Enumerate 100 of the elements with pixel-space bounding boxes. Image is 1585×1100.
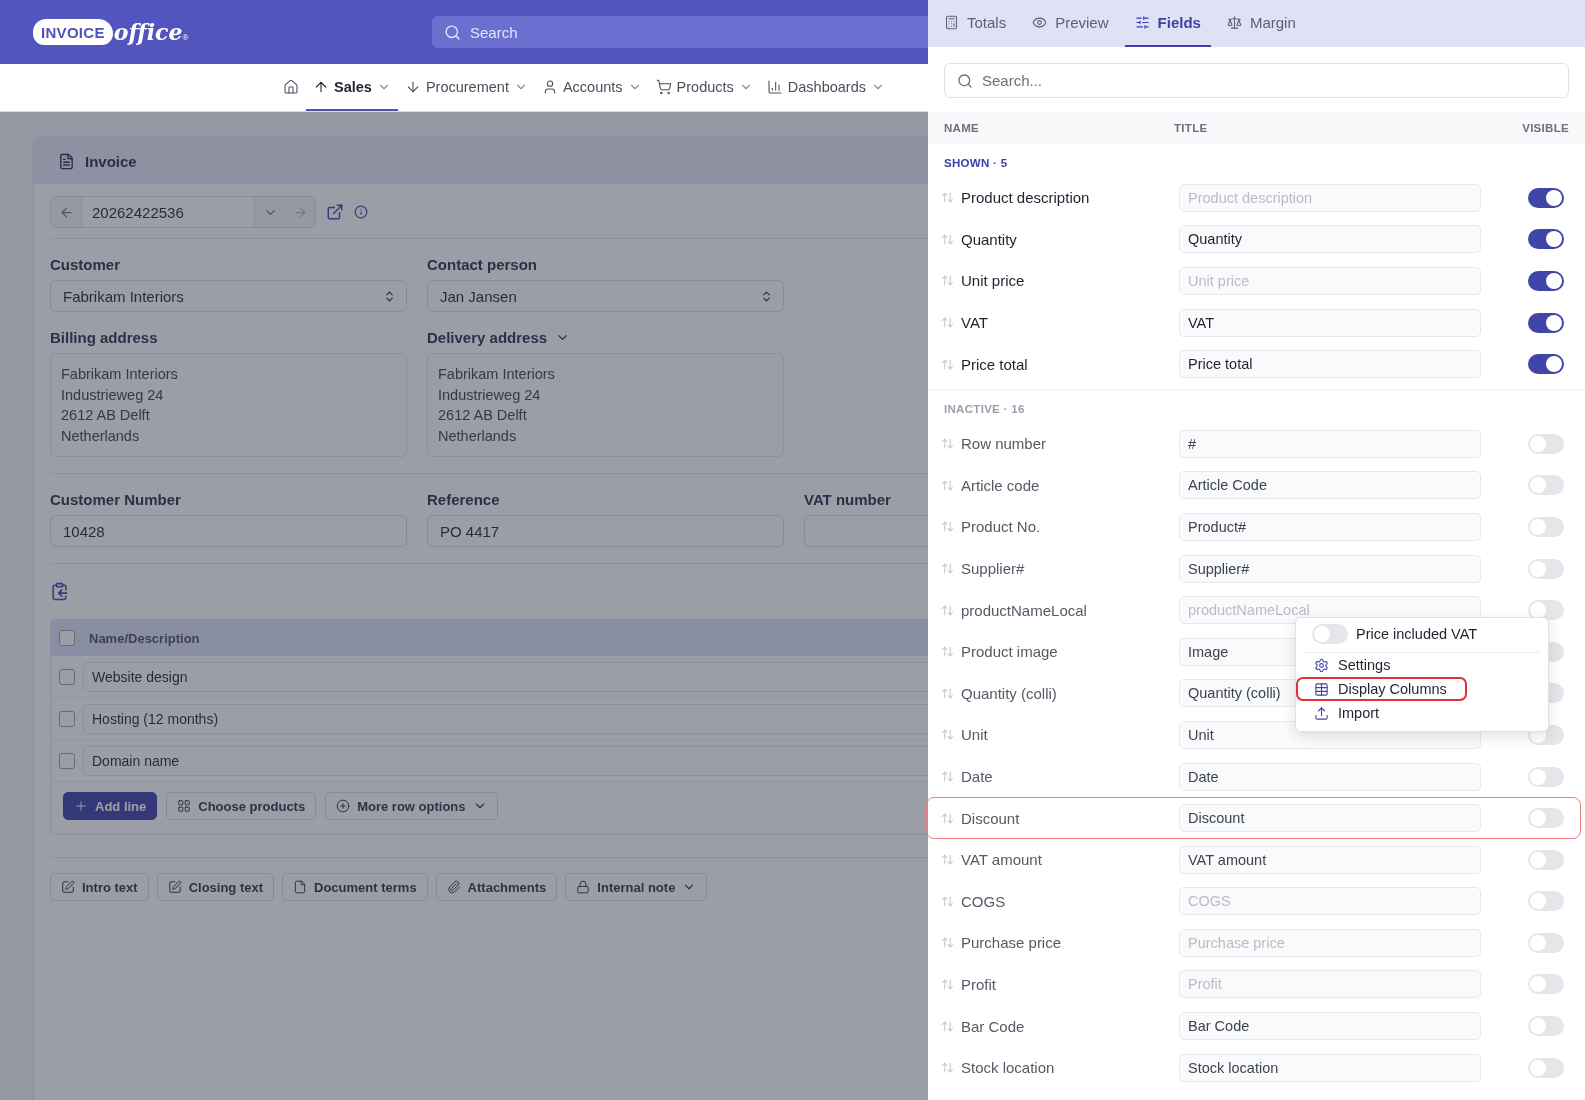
visible-toggle[interactable] <box>1528 475 1564 496</box>
drag-icon[interactable] <box>941 520 954 534</box>
line-name-field[interactable]: Domain name <box>83 745 928 776</box>
tab[interactable]: Preview <box>1022 0 1119 47</box>
checkbox[interactable] <box>59 630 75 646</box>
drag-icon[interactable] <box>941 645 954 659</box>
title-field[interactable]: Supplier# <box>1179 554 1481 583</box>
title-field[interactable]: Quantity <box>1179 225 1481 254</box>
visible-toggle[interactable] <box>1528 1057 1564 1078</box>
drag-icon[interactable] <box>941 770 954 783</box>
action-button[interactable]: Internal note <box>565 873 708 901</box>
title-field[interactable]: VAT amount <box>1179 845 1481 874</box>
title-field[interactable]: COGS <box>1179 887 1481 916</box>
field-name: Date <box>961 768 994 785</box>
drag-icon[interactable] <box>941 437 954 451</box>
visible-toggle[interactable] <box>1528 600 1564 621</box>
checkbox[interactable] <box>59 668 75 685</box>
title-field[interactable]: Discount <box>1179 804 1481 833</box>
nav-item[interactable]: Procurement <box>397 64 535 111</box>
select-field[interactable]: Jan Jansen <box>427 280 784 312</box>
drag-icon[interactable] <box>941 1061 954 1075</box>
drag-icon[interactable] <box>941 232 954 246</box>
toggle-switch[interactable] <box>1312 624 1348 644</box>
checkbox[interactable] <box>59 752 75 769</box>
external-link-icon[interactable] <box>326 203 344 221</box>
visible-toggle[interactable] <box>1528 229 1564 250</box>
title-field[interactable]: Stock location <box>1179 1053 1481 1082</box>
drag-icon[interactable] <box>941 978 954 991</box>
table-icon <box>1314 681 1329 697</box>
title-field[interactable]: Bar Code <box>1179 1012 1481 1041</box>
nav-item[interactable]: Accounts <box>534 64 649 111</box>
checkbox[interactable] <box>59 710 75 727</box>
action-button[interactable]: Attachments <box>435 873 558 901</box>
field-name: COGS <box>961 892 1007 910</box>
visible-toggle[interactable] <box>1528 312 1564 333</box>
visible-toggle[interactable] <box>1528 849 1564 870</box>
menu-item[interactable]: Display Columns <box>1296 677 1467 701</box>
visible-toggle[interactable] <box>1528 516 1564 537</box>
action-button[interactable]: Closing text <box>156 873 275 901</box>
title-field[interactable]: Product description <box>1179 183 1481 212</box>
drag-icon[interactable] <box>941 478 954 492</box>
input-field[interactable]: 10428 <box>50 515 407 547</box>
visible-toggle[interactable] <box>1528 187 1564 208</box>
title-field[interactable]: Unit price <box>1179 267 1481 295</box>
info-icon[interactable] <box>354 205 368 219</box>
field-label[interactable]: Delivery address <box>427 329 784 346</box>
add-line-button[interactable]: Add line <box>63 792 158 820</box>
visible-toggle[interactable] <box>1528 891 1564 912</box>
title-field[interactable]: Purchase price <box>1179 928 1481 957</box>
nav-item[interactable]: Products <box>648 64 760 111</box>
action-button[interactable]: Choose products <box>166 792 317 820</box>
drag-icon[interactable] <box>941 316 954 330</box>
drag-icon[interactable] <box>941 191 954 205</box>
visible-toggle[interactable] <box>1528 932 1564 953</box>
title-field[interactable]: Product# <box>1179 512 1481 541</box>
tab[interactable]: Margin <box>1216 0 1306 47</box>
visible-toggle[interactable] <box>1528 808 1564 829</box>
input-field[interactable]: PO 4417 <box>427 515 784 547</box>
search-field[interactable]: Search <box>432 16 928 48</box>
menu-item[interactable]: Settings <box>1296 653 1411 677</box>
visible-toggle[interactable] <box>1528 974 1564 995</box>
drag-icon[interactable] <box>941 686 954 700</box>
select-field[interactable]: Fabrikam Interiors <box>50 280 407 312</box>
nav-item[interactable]: Dashboards <box>759 64 892 111</box>
invoice-number-field[interactable]: 20262422536 <box>50 196 316 228</box>
address-box[interactable]: Fabrikam Interiors Industrieweg 24 2612 AB Delft Netherlands <box>50 353 407 457</box>
drag-icon[interactable] <box>941 811 954 825</box>
drag-icon[interactable] <box>941 894 954 908</box>
cart-icon <box>655 78 672 95</box>
title-field[interactable]: Article Code <box>1179 471 1481 500</box>
tab[interactable]: Fields <box>1124 0 1211 47</box>
action-button[interactable]: Intro text <box>50 873 149 901</box>
action-button[interactable]: More row options <box>325 792 498 820</box>
clipboard-icon[interactable] <box>50 582 69 601</box>
title-field[interactable]: Price total <box>1179 350 1481 379</box>
drag-icon[interactable] <box>941 357 954 371</box>
drag-icon[interactable] <box>941 936 954 950</box>
visible-toggle[interactable] <box>1528 354 1564 375</box>
title-field[interactable]: Date <box>1179 762 1481 791</box>
line-name-field[interactable]: Website design <box>83 661 928 692</box>
address-box[interactable]: Fabrikam Interiors Industrieweg 24 2612 AB Delft Netherlands <box>427 353 784 457</box>
line-name-field[interactable]: Hosting (12 months) <box>83 703 928 734</box>
visible-toggle[interactable] <box>1528 1016 1564 1037</box>
drag-icon[interactable] <box>941 562 954 576</box>
title-field[interactable]: VAT <box>1179 308 1481 337</box>
title-field[interactable]: # <box>1179 429 1481 458</box>
visible-toggle[interactable] <box>1528 558 1564 579</box>
action-button[interactable]: Document terms <box>282 873 428 901</box>
visible-toggle[interactable] <box>1528 433 1564 454</box>
drag-icon[interactable] <box>941 728 954 742</box>
search-field[interactable]: Search... <box>944 63 1569 98</box>
tab[interactable]: Totals <box>934 0 1017 47</box>
drag-icon[interactable] <box>941 853 954 867</box>
drag-icon[interactable] <box>941 1019 954 1033</box>
drag-icon[interactable] <box>941 274 954 288</box>
field-name: Unit <box>961 726 989 744</box>
title-field[interactable]: Profit <box>1179 970 1481 999</box>
visible-toggle[interactable] <box>1528 766 1564 787</box>
visible-toggle[interactable] <box>1528 271 1564 291</box>
drag-icon[interactable] <box>941 603 954 617</box>
